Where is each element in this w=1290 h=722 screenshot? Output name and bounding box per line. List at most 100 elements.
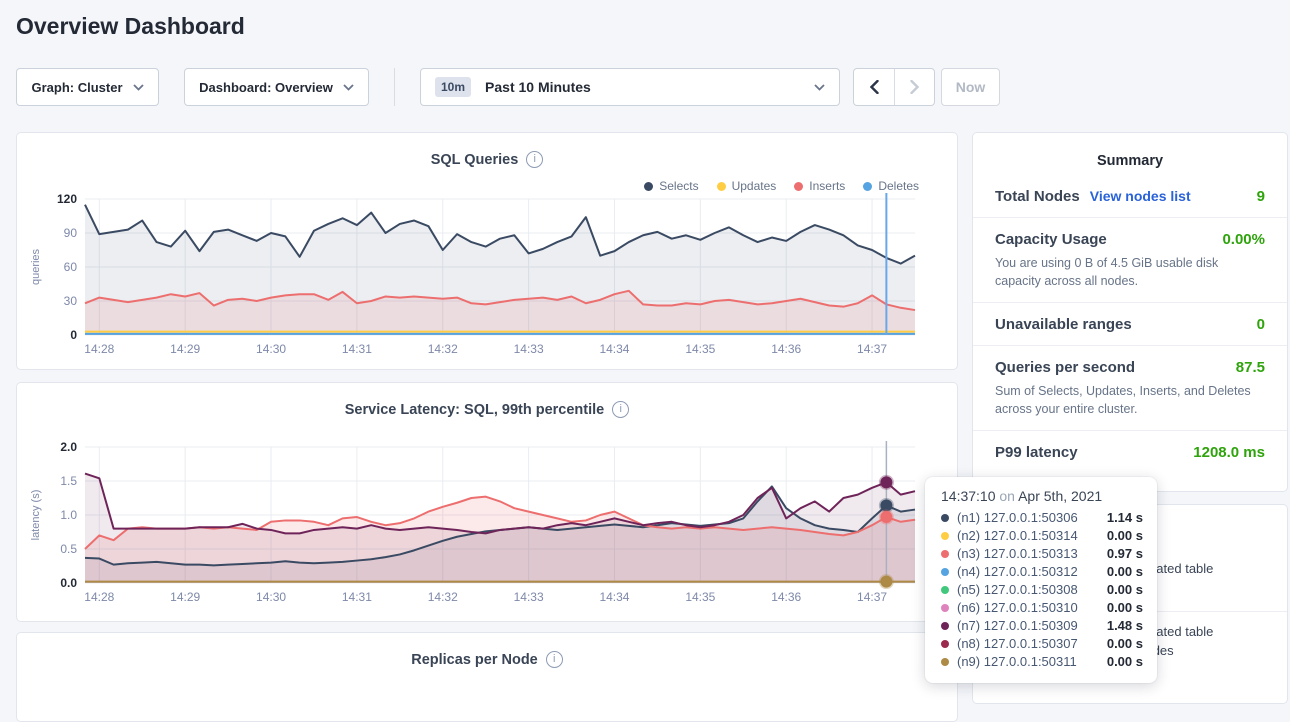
tooltip-node-row: (n7) 127.0.0.1:503091.48 s bbox=[941, 617, 1143, 635]
tooltip-node-value: 0.00 s bbox=[1107, 599, 1143, 617]
summary-row-description: Sum of Selects, Updates, Inserts, and De… bbox=[995, 382, 1265, 418]
info-icon[interactable]: i bbox=[546, 651, 563, 668]
summary-row-value: 0 bbox=[1257, 316, 1265, 333]
svg-text:1.5: 1.5 bbox=[60, 474, 77, 488]
summary-row-label: Total Nodes bbox=[995, 188, 1080, 205]
svg-text:30: 30 bbox=[64, 294, 78, 308]
summary-row: Unavailable ranges 0 bbox=[973, 302, 1287, 345]
tooltip-node-value: 0.97 s bbox=[1107, 545, 1143, 563]
series-color-dot bbox=[941, 550, 949, 558]
graph-dropdown[interactable]: Graph: Cluster bbox=[16, 68, 159, 106]
tooltip-node-label: (n5) 127.0.0.1:50308 bbox=[957, 581, 1078, 599]
svg-text:14:28: 14:28 bbox=[84, 342, 114, 356]
service-latency-chart[interactable]: 0.00.51.01.52.014:2814:2914:3014:3114:32… bbox=[25, 437, 951, 615]
summary-title: Summary bbox=[973, 133, 1287, 175]
previous-time-button[interactable] bbox=[854, 69, 894, 105]
svg-text:14:31: 14:31 bbox=[342, 590, 372, 604]
svg-text:2.0: 2.0 bbox=[60, 440, 77, 454]
sql-queries-chart[interactable]: 030609012014:2814:2914:3014:3114:3214:33… bbox=[25, 189, 951, 367]
tooltip-node-label: (n3) 127.0.0.1:50313 bbox=[957, 545, 1078, 563]
svg-text:90: 90 bbox=[64, 226, 78, 240]
dashboard-dropdown[interactable]: Dashboard: Overview bbox=[184, 68, 369, 106]
svg-text:0: 0 bbox=[70, 328, 77, 342]
tooltip-node-row: (n5) 127.0.0.1:50308 0.00 s bbox=[941, 581, 1143, 599]
sql-queries-panel: SQL Queries i SelectsUpdatesInsertsDelet… bbox=[16, 132, 958, 370]
tooltip-node-label: (n1) 127.0.0.1:50306 bbox=[957, 509, 1078, 527]
tooltip-node-label: (n8) 127.0.0.1:50307 bbox=[957, 635, 1078, 653]
chart-title: SQL Queries bbox=[431, 152, 519, 168]
svg-text:14:36: 14:36 bbox=[771, 590, 801, 604]
summary-row-value: 9 bbox=[1257, 188, 1265, 205]
series-color-dot bbox=[941, 622, 949, 630]
service-latency-panel: Service Latency: SQL, 99th percentile i … bbox=[16, 382, 958, 622]
tooltip-node-value: 0.00 s bbox=[1107, 635, 1143, 653]
tooltip-node-value: 0.00 s bbox=[1107, 581, 1143, 599]
svg-text:120: 120 bbox=[57, 192, 77, 206]
svg-text:14:33: 14:33 bbox=[514, 342, 544, 356]
tooltip-node-row: (n3) 127.0.0.1:50313 0.97 s bbox=[941, 545, 1143, 563]
now-button-label: Now bbox=[956, 79, 986, 95]
time-range-dropdown[interactable]: 10m Past 10 Minutes bbox=[420, 68, 840, 106]
svg-text:14:31: 14:31 bbox=[342, 342, 372, 356]
summary-row: P99 latency1208.0 ms bbox=[973, 430, 1287, 473]
chart-tooltip: 14:37:10 on Apr 5th, 2021 (n1) 127.0.0.1… bbox=[925, 477, 1157, 683]
svg-text:14:37: 14:37 bbox=[857, 590, 887, 604]
info-icon[interactable]: i bbox=[526, 151, 543, 168]
time-step-buttons bbox=[853, 68, 935, 106]
svg-text:14:30: 14:30 bbox=[256, 342, 286, 356]
svg-text:queries: queries bbox=[30, 248, 42, 285]
summary-row: Capacity Usage0.00%You are using 0 B of … bbox=[973, 217, 1287, 302]
replicas-per-node-panel: Replicas per Node i bbox=[16, 632, 958, 722]
svg-text:14:35: 14:35 bbox=[685, 342, 715, 356]
tooltip-node-label: (n6) 127.0.0.1:50310 bbox=[957, 599, 1078, 617]
next-time-button[interactable] bbox=[894, 69, 934, 105]
svg-text:14:33: 14:33 bbox=[514, 590, 544, 604]
summary-row-value: 0.00% bbox=[1222, 231, 1265, 248]
svg-text:14:32: 14:32 bbox=[428, 342, 458, 356]
graph-dropdown-label: Graph: Cluster bbox=[31, 80, 122, 95]
svg-text:14:36: 14:36 bbox=[771, 342, 801, 356]
svg-text:0.0: 0.0 bbox=[60, 576, 77, 590]
tooltip-node-row: (n9) 127.0.0.1:50311 0.00 s bbox=[941, 653, 1143, 671]
tooltip-node-value: 1.14 s bbox=[1107, 509, 1143, 527]
series-color-dot bbox=[941, 514, 949, 522]
svg-text:latency (s): latency (s) bbox=[30, 490, 42, 541]
page-title: Overview Dashboard bbox=[16, 13, 245, 40]
svg-text:1.0: 1.0 bbox=[60, 508, 77, 522]
svg-text:14:37: 14:37 bbox=[857, 342, 887, 356]
series-color-dot bbox=[941, 586, 949, 594]
tooltip-node-value: 0.00 s bbox=[1107, 563, 1143, 581]
chevron-left-icon bbox=[870, 80, 879, 94]
svg-text:60: 60 bbox=[64, 260, 78, 274]
chart-title: Replicas per Node bbox=[411, 652, 538, 668]
tooltip-timestamp: 14:37:10 on Apr 5th, 2021 bbox=[941, 488, 1143, 504]
svg-text:0.5: 0.5 bbox=[60, 542, 77, 556]
series-color-dot bbox=[941, 604, 949, 612]
svg-text:14:29: 14:29 bbox=[170, 590, 200, 604]
tooltip-node-row: (n1) 127.0.0.1:50306 1.14 s bbox=[941, 509, 1143, 527]
dashboard-dropdown-label: Dashboard: Overview bbox=[199, 80, 333, 95]
tooltip-node-label: (n9) 127.0.0.1:50311 bbox=[957, 653, 1077, 671]
chevron-down-icon bbox=[343, 84, 354, 91]
summary-row: Total Nodes View nodes list 9 bbox=[973, 175, 1287, 217]
svg-text:14:34: 14:34 bbox=[599, 342, 629, 356]
summary-panel: Summary Total Nodes View nodes list 9 Capac… bbox=[972, 132, 1288, 492]
tooltip-node-row: (n4) 127.0.0.1:503120.00 s bbox=[941, 563, 1143, 581]
summary-row-label: Queries per second bbox=[995, 359, 1135, 376]
tooltip-node-value: 0.00 s bbox=[1107, 653, 1143, 671]
tooltip-node-row: (n2) 127.0.0.1:50314 0.00 s bbox=[941, 527, 1143, 545]
summary-row: Queries per second87.5Sum of Selects, Up… bbox=[973, 345, 1287, 430]
svg-text:14:30: 14:30 bbox=[256, 590, 286, 604]
tooltip-node-label: (n2) 127.0.0.1:50314 bbox=[957, 527, 1078, 545]
tooltip-node-value: 0.00 s bbox=[1107, 527, 1143, 545]
series-color-dot bbox=[941, 658, 949, 666]
view-nodes-list-link[interactable]: View nodes list bbox=[1090, 188, 1191, 204]
now-button[interactable]: Now bbox=[941, 68, 1000, 106]
info-icon[interactable]: i bbox=[612, 401, 629, 418]
chevron-right-icon bbox=[910, 80, 919, 94]
tooltip-node-value: 1.48 s bbox=[1107, 617, 1143, 635]
tooltip-node-row: (n8) 127.0.0.1:50307 0.00 s bbox=[941, 635, 1143, 653]
summary-row-label: Unavailable ranges bbox=[995, 316, 1132, 333]
svg-text:14:28: 14:28 bbox=[84, 590, 114, 604]
controls-divider bbox=[394, 68, 395, 106]
